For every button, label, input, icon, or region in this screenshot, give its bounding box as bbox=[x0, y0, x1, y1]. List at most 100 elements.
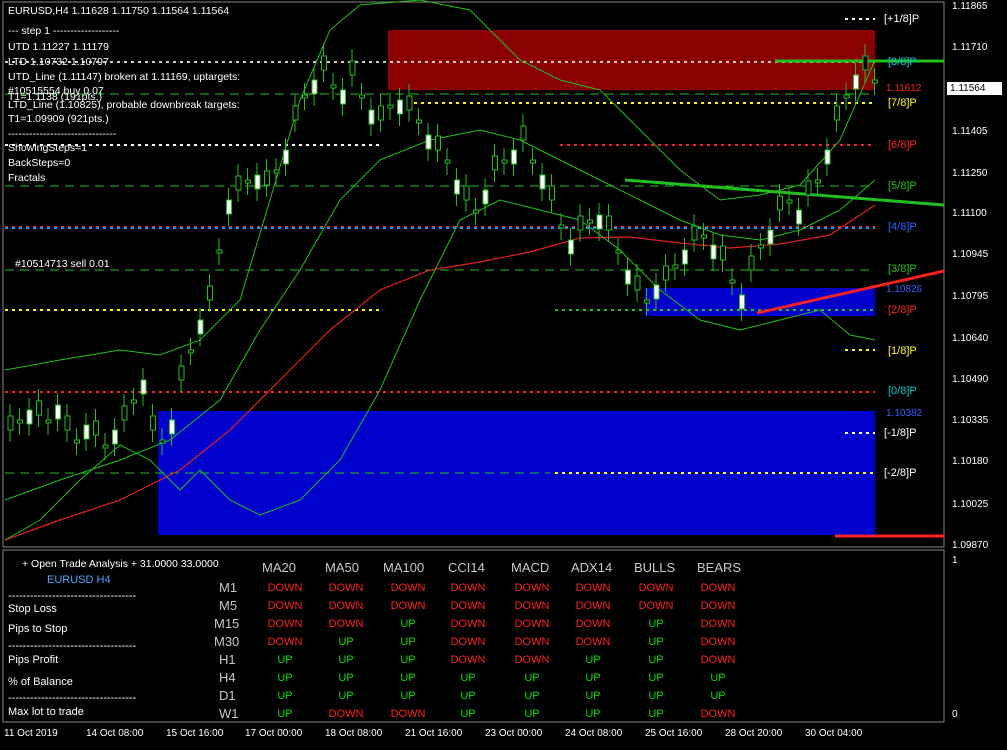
timeframe-label: D1 bbox=[219, 688, 236, 703]
murrey-label: [8/8]P bbox=[888, 56, 917, 68]
current-price-badge: 1.11564 bbox=[947, 82, 1002, 95]
candle-body bbox=[368, 109, 375, 125]
candle-body bbox=[587, 219, 593, 224]
stop-loss-label: Stop Loss bbox=[8, 603, 57, 615]
signal-cell: DOWN bbox=[514, 600, 550, 612]
candle-body bbox=[492, 155, 498, 171]
candle-body bbox=[216, 249, 223, 254]
murrey-label: [-1/8]P bbox=[884, 427, 917, 439]
candle-body bbox=[397, 99, 403, 115]
indicator-min-tick: 0 bbox=[952, 709, 958, 720]
signal-cell: UP bbox=[277, 708, 293, 720]
time-tick: 18 Oct 08:00 bbox=[325, 728, 383, 739]
candle-body bbox=[55, 404, 61, 420]
candle-body bbox=[786, 199, 793, 204]
candle-body bbox=[207, 285, 213, 301]
signal-cell: DOWN bbox=[514, 636, 550, 648]
signal-cell: UP bbox=[277, 672, 293, 684]
candle-body bbox=[121, 405, 128, 421]
signal-cell: DOWN bbox=[267, 582, 303, 594]
timeframe-label: H4 bbox=[219, 670, 236, 685]
candle-body bbox=[672, 264, 679, 269]
candle-body bbox=[615, 249, 622, 254]
candle-body bbox=[45, 419, 52, 424]
blue-zone-price: 1.10826 bbox=[886, 284, 923, 295]
timeframe-label: H1 bbox=[219, 652, 236, 667]
utd-broken-text: UTD_Line (1.11147) broken at 1.11169, up… bbox=[8, 71, 241, 83]
signal-cell: UP bbox=[524, 690, 540, 702]
time-tick: 28 Oct 20:00 bbox=[725, 728, 783, 739]
signal-cell: DOWN bbox=[575, 636, 611, 648]
signal-cell: UP bbox=[338, 690, 354, 702]
candle-body bbox=[93, 420, 99, 436]
ltd-values: LTD 1.10732 1.10797 bbox=[8, 56, 109, 68]
candle-body bbox=[558, 224, 565, 229]
signal-cell: DOWN bbox=[328, 708, 364, 720]
candle-body bbox=[720, 245, 726, 261]
red-zone-price: 1.11612 bbox=[886, 83, 922, 94]
candle-body bbox=[729, 279, 736, 284]
candle-body bbox=[254, 174, 261, 190]
signal-cell: UP bbox=[648, 708, 664, 720]
candle-body bbox=[387, 104, 394, 109]
candle-body bbox=[102, 444, 109, 449]
pips-to-stop-label: Pips to Stop bbox=[8, 623, 68, 635]
signal-cell: UP bbox=[648, 618, 664, 630]
timeframe-label: M1 bbox=[219, 580, 238, 595]
candle-body bbox=[739, 294, 745, 310]
time-tick: 17 Oct 00:00 bbox=[245, 728, 303, 739]
candle-body bbox=[701, 234, 707, 239]
signal-cell: DOWN bbox=[700, 600, 736, 612]
candle-body bbox=[188, 349, 194, 354]
signal-cell: DOWN bbox=[450, 582, 486, 594]
signal-cell: DOWN bbox=[267, 636, 303, 648]
candle-body bbox=[273, 169, 280, 174]
candle-body bbox=[245, 179, 251, 184]
chart-window[interactable]: EURUSD,H4 1.11628 1.11750 1.11564 1.1156… bbox=[0, 0, 1007, 750]
candle-body bbox=[805, 180, 812, 196]
signal-cell: DOWN bbox=[575, 600, 611, 612]
murrey-label: [0/8]P bbox=[888, 385, 917, 397]
balance-percent-label: % of Balance bbox=[8, 676, 73, 688]
candle-body bbox=[530, 159, 536, 164]
candle-body bbox=[83, 424, 90, 440]
signal-cell: UP bbox=[338, 654, 354, 666]
signal-cell: UP bbox=[460, 672, 476, 684]
candle-body bbox=[862, 55, 869, 71]
candle-body bbox=[74, 439, 80, 444]
murrey-label: [6/8]P bbox=[888, 139, 917, 151]
signal-cell: DOWN bbox=[267, 600, 303, 612]
ltd-probable-text: LTD_Line (1.10825), probable downbreak t… bbox=[8, 99, 240, 111]
pips-profit-label: Pips Profit bbox=[8, 654, 59, 666]
timeframe-label: W1 bbox=[219, 706, 239, 721]
price-tick: 1.10025 bbox=[952, 499, 989, 510]
indicator-max-tick: 1 bbox=[952, 555, 958, 566]
candle-body bbox=[549, 185, 555, 201]
candle-body bbox=[330, 84, 337, 89]
candle-body bbox=[150, 415, 156, 431]
signal-cell: UP bbox=[648, 672, 664, 684]
candle-body bbox=[435, 135, 441, 151]
candle-body bbox=[406, 95, 413, 111]
signal-cell: UP bbox=[400, 654, 416, 666]
signal-cell: DOWN bbox=[700, 618, 736, 630]
signal-cell: UP bbox=[585, 690, 601, 702]
signal-cell: DOWN bbox=[450, 618, 486, 630]
signal-cell: UP bbox=[400, 690, 416, 702]
candle-body bbox=[577, 215, 584, 231]
murrey-label: [2/8]P bbox=[888, 304, 917, 316]
candle-body bbox=[112, 429, 118, 445]
price-tick: 1.11710 bbox=[952, 42, 988, 53]
candle-body bbox=[292, 105, 299, 121]
time-tick: 14 Oct 08:00 bbox=[86, 728, 144, 739]
signal-cell: UP bbox=[338, 636, 354, 648]
signal-cell: DOWN bbox=[700, 636, 736, 648]
time-tick: 24 Oct 08:00 bbox=[565, 728, 623, 739]
signal-cell: DOWN bbox=[328, 618, 364, 630]
signal-cell: UP bbox=[400, 636, 416, 648]
murrey-label: [1/8]P bbox=[888, 345, 917, 357]
timeframe-label: M5 bbox=[219, 598, 238, 613]
t1-down-label: T1=1.09909 (921pts.) bbox=[8, 113, 109, 125]
signal-cell: UP bbox=[338, 672, 354, 684]
signal-cell: DOWN bbox=[450, 600, 486, 612]
